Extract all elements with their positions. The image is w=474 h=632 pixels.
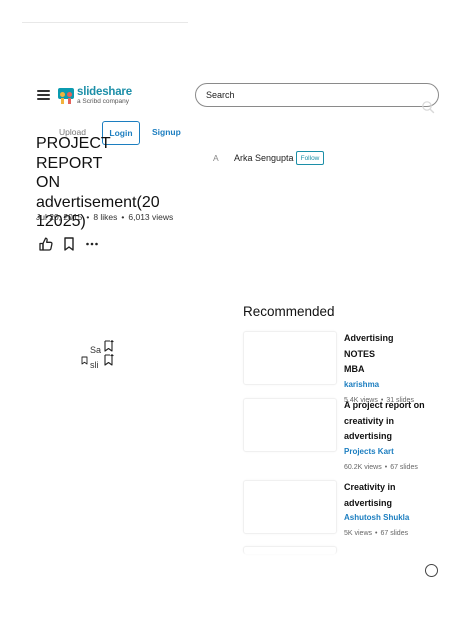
recommended-title-line[interactable]: creativity in (344, 414, 426, 430)
slideshare-logo[interactable]: slideshare a Scribd company (58, 84, 133, 108)
recommended-stats: 60.2K views • 67 slides (344, 461, 426, 474)
bookmark-icon[interactable] (61, 236, 77, 252)
recommended-author[interactable]: Ashutosh Shukla (344, 511, 426, 525)
slideshare-logo-icon (58, 88, 74, 104)
recommended-title-line[interactable]: advertising (344, 429, 426, 445)
bookmark-plus-icon[interactable] (103, 354, 114, 366)
recommended-title-line[interactable]: MBA (344, 362, 426, 378)
recommended-author[interactable]: karishma (344, 378, 426, 392)
recommended-views: 5K views (344, 530, 373, 537)
likes-count: 8 likes (93, 212, 118, 222)
recommended-slides: 67 slides (390, 463, 418, 471)
logo-name: slideshare (77, 85, 132, 98)
search-bar[interactable] (195, 83, 439, 107)
avatar[interactable]: A (213, 153, 219, 163)
logo-subtitle: a Scribd company (77, 98, 130, 105)
recommended-thumbnail[interactable] (243, 546, 337, 554)
slide-viewer[interactable]: Sa sli (81, 340, 117, 374)
bookmark-plus-icon[interactable] (103, 340, 114, 352)
top-divider (22, 22, 188, 23)
separator-dot: • (121, 212, 125, 222)
bookmark-icon[interactable] (81, 356, 88, 365)
document-meta: Jul 20, 2015 • 8 likes • 6,013 views (36, 212, 173, 222)
viewer-text: sli (90, 360, 99, 370)
upload-date: Jul 20, 2015 (36, 212, 83, 222)
like-icon[interactable] (38, 236, 54, 252)
views-count: 6,013 views (128, 212, 174, 222)
recommended-title-line[interactable]: Advertising NOTES (344, 331, 426, 362)
more-icon[interactable] (84, 236, 100, 252)
recommended-thumbnail[interactable] (243, 331, 337, 385)
author-name[interactable]: Arka Sengupta (234, 153, 294, 163)
recommended-views: 60.2K views (344, 463, 382, 471)
scroll-to-top-button[interactable] (425, 564, 438, 577)
document-title-line: ON (36, 174, 60, 191)
separator-dot: • (86, 212, 90, 222)
search-input[interactable] (206, 84, 416, 106)
recommended-stats: 5K views • 67 slides (344, 527, 426, 540)
recommended-title-line[interactable]: advertising (344, 496, 426, 512)
recommended-title-line[interactable]: Creativity in (344, 480, 426, 496)
follow-button[interactable]: Follow (296, 151, 324, 165)
separator-dot: • (384, 463, 388, 471)
separator-dot: • (375, 530, 378, 537)
recommended-thumbnail[interactable] (243, 480, 337, 534)
recommended-author[interactable]: Projects Kart (344, 445, 426, 459)
recommended-thumbnail[interactable] (243, 398, 337, 452)
document-actions (38, 236, 107, 252)
recommended-title-line[interactable]: A project report on (344, 398, 426, 414)
menu-icon[interactable] (37, 90, 50, 100)
search-icon[interactable] (421, 100, 435, 114)
viewer-text: Sa (90, 345, 102, 355)
recommended-heading: Recommended (243, 304, 335, 319)
recommended-slides: 67 slides (380, 530, 409, 537)
document-title-line: PROJECT REPORT (36, 135, 111, 172)
document-title-line: advertisement(20 (36, 193, 160, 211)
